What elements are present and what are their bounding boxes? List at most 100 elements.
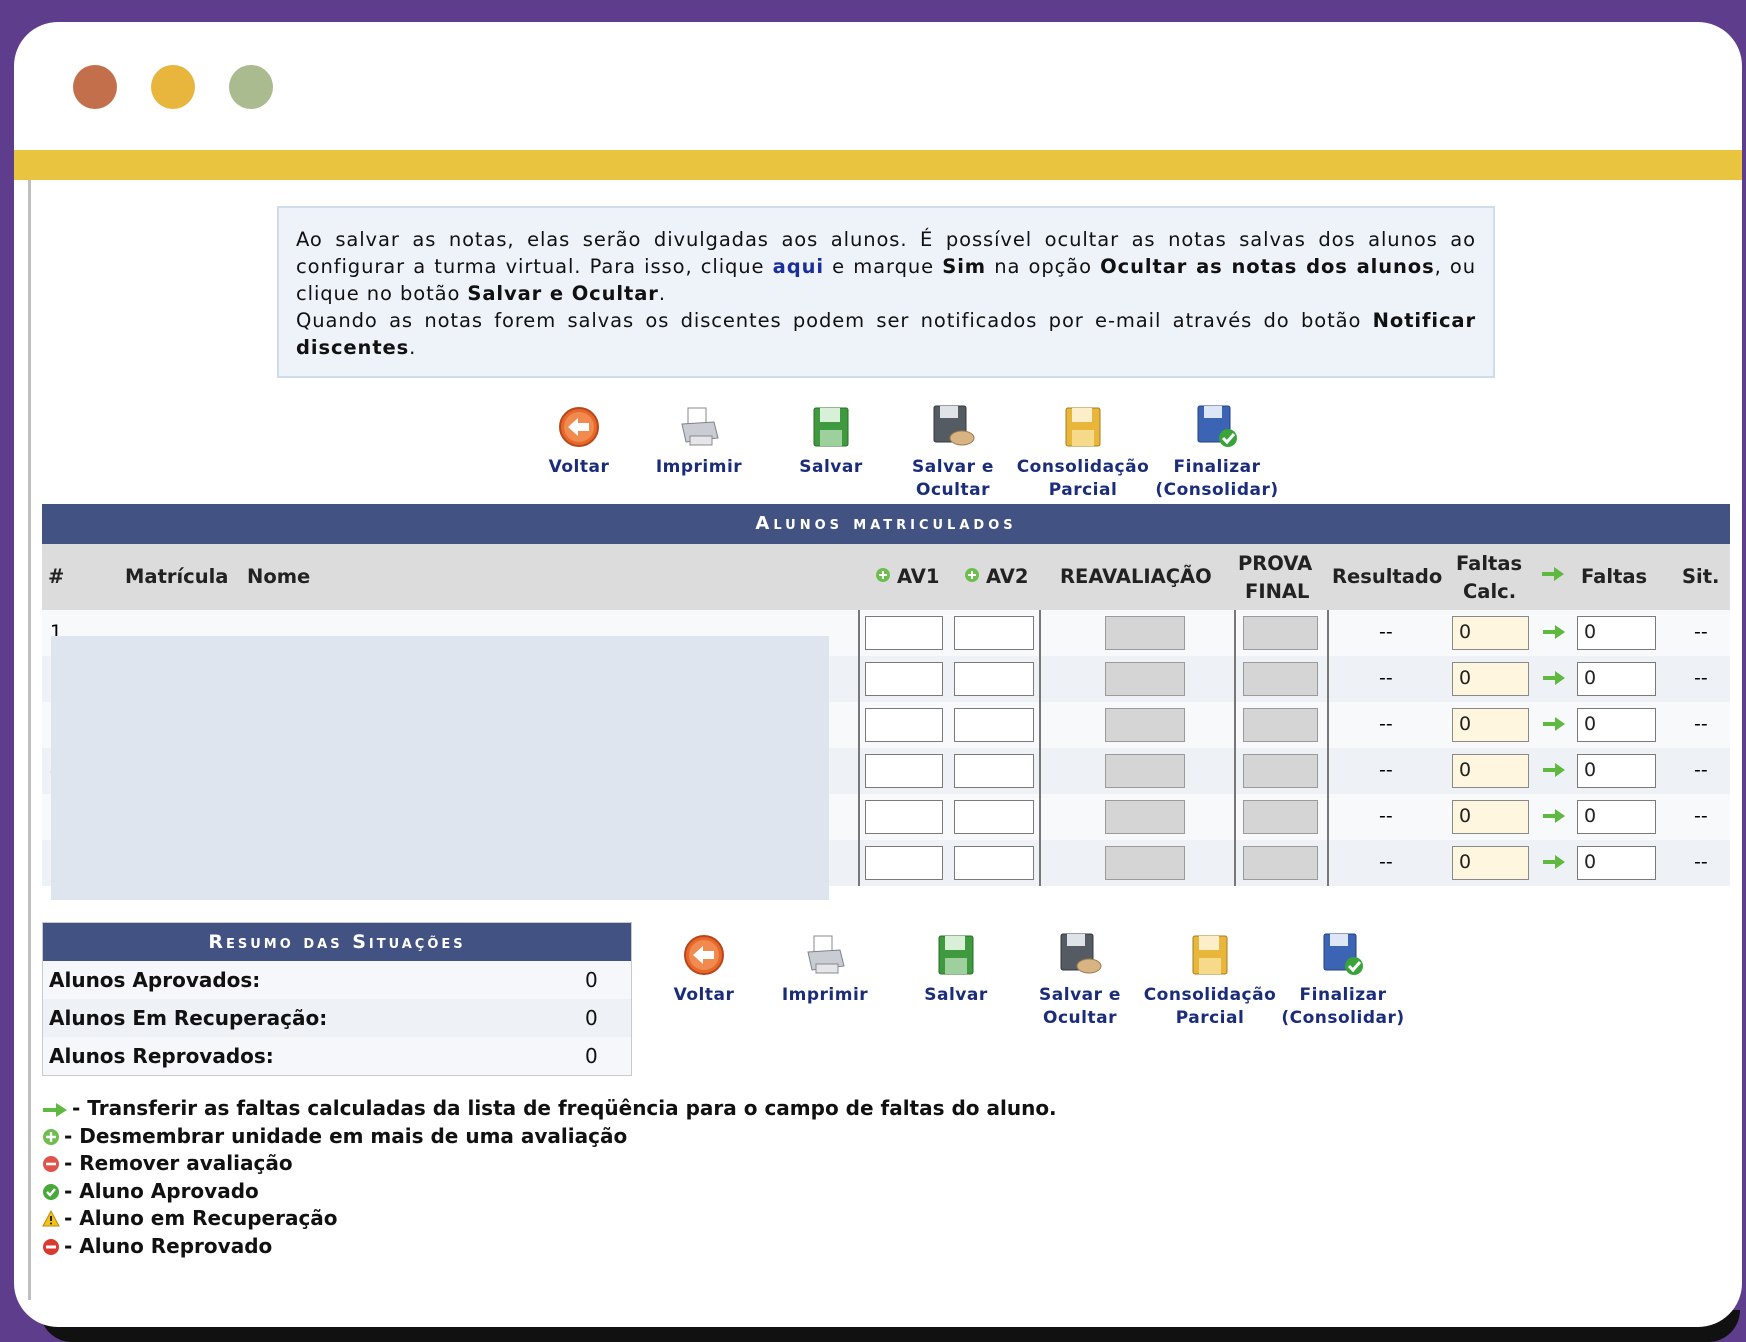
window-minimize-dot[interactable] [151, 65, 195, 109]
table-caption: Alunos matriculados [42, 504, 1730, 544]
printer-icon [681, 407, 719, 446]
imprimir-button-bottom[interactable]: Imprimir [755, 932, 895, 1007]
yellow-floppy-icon [1192, 935, 1228, 975]
green-floppy-icon [938, 935, 974, 975]
window-maximize-dot[interactable] [229, 65, 273, 109]
salvar-button[interactable]: Salvar [761, 404, 901, 479]
header-faltas-calc: Calc. [1463, 580, 1517, 603]
transfer-arrow-button[interactable] [1542, 716, 1566, 736]
av1-input[interactable] [865, 708, 943, 742]
av1-input[interactable] [865, 754, 943, 788]
window-close-dot[interactable] [73, 65, 117, 109]
faltas-input[interactable]: 0 [1577, 754, 1656, 788]
warning-icon [42, 1209, 60, 1227]
transfer-arrow-button[interactable] [1542, 624, 1566, 644]
faltas-calc-input: 0 [1452, 708, 1529, 742]
faltas-input[interactable]: 0 [1577, 662, 1656, 696]
page-content: Ao salvar as notas, elas serão divulgada… [14, 180, 1742, 1300]
consolidacao-label: Parcial [1175, 1008, 1245, 1028]
green-plus-icon [43, 1128, 59, 1145]
reavaliacao-input [1105, 708, 1185, 742]
redacted-student-names [51, 636, 829, 900]
reavaliacao-input [1105, 800, 1185, 834]
reprovados-count: 0 [585, 1044, 598, 1068]
av2-input[interactable] [954, 846, 1034, 880]
av1-input[interactable] [865, 616, 943, 650]
salvar-label: Salvar [924, 985, 988, 1005]
av1-input[interactable] [865, 662, 943, 696]
faltas-input[interactable]: 0 [1577, 800, 1656, 834]
transfer-arrow-button[interactable] [1542, 762, 1566, 782]
av1-input[interactable] [865, 846, 943, 880]
av2-input[interactable] [954, 754, 1034, 788]
column-divider [858, 748, 860, 794]
av1-input[interactable] [865, 800, 943, 834]
faltas-input[interactable]: 0 [1577, 708, 1656, 742]
column-divider [1327, 610, 1329, 656]
consolidacao-label: Consolidação [1016, 457, 1150, 477]
header-av2: AV2 [986, 565, 1029, 588]
finalizar-button[interactable]: Finalizar (Consolidar) [1147, 404, 1287, 502]
faltas-input[interactable]: 0 [1577, 616, 1656, 650]
consolidacao-label: Parcial [1048, 480, 1118, 500]
red-minus-icon [43, 1156, 59, 1172]
finalizar-label: (Consolidar) [1155, 480, 1279, 500]
av2-input[interactable] [954, 616, 1034, 650]
blue-floppy-check-icon [1323, 933, 1363, 975]
back-arrow-icon [559, 407, 599, 447]
salvar-ocultar-label: Ocultar [1043, 1008, 1117, 1028]
notice-bold: Salvar e Ocultar [467, 282, 659, 305]
hide-floppy-icon [933, 405, 975, 446]
resultado-value: -- [1379, 621, 1393, 643]
finalizar-button-bottom[interactable]: Finalizar (Consolidar) [1273, 932, 1413, 1030]
hide-floppy-icon [1060, 933, 1102, 974]
split-av2-icon[interactable] [964, 565, 980, 588]
reavaliacao-input [1105, 754, 1185, 788]
voltar-label: Voltar [673, 985, 735, 1005]
info-notice: Ao salvar as notas, elas serão divulgada… [277, 206, 1495, 378]
column-divider [1234, 840, 1236, 886]
prova-final-input [1243, 800, 1318, 834]
window: Ao salvar as notas, elas serão divulgada… [14, 22, 1742, 1327]
av2-input[interactable] [954, 800, 1034, 834]
column-divider [1039, 702, 1041, 748]
voltar-button-bottom[interactable]: Voltar [634, 932, 774, 1007]
voltar-button[interactable]: Voltar [509, 404, 649, 479]
legend-item-reprovado: - Aluno Reprovado [42, 1233, 1057, 1261]
faltas-calc-input: 0 [1452, 616, 1529, 650]
column-divider [1327, 840, 1329, 886]
notice-text: na opção [986, 255, 1101, 278]
transfer-arrow-button[interactable] [1542, 670, 1566, 690]
imprimir-button[interactable]: Imprimir [629, 404, 769, 479]
consolidacao-parcial-button-bottom[interactable]: Consolidação Parcial [1140, 932, 1280, 1030]
prova-final-input [1243, 846, 1318, 880]
consolidacao-parcial-button[interactable]: Consolidação Parcial [1013, 404, 1153, 502]
yellow-floppy-icon [1065, 407, 1101, 447]
situacao-value: -- [1694, 621, 1708, 643]
faltas-input[interactable]: 0 [1577, 846, 1656, 880]
legend-item-recuperacao: - Aluno em Recuperação [42, 1205, 1057, 1233]
resultado-value: -- [1379, 667, 1393, 689]
legend-item-desmembrar: - Desmembrar unidade em mais de uma aval… [42, 1123, 1057, 1151]
column-divider [1039, 794, 1041, 840]
av2-input[interactable] [954, 662, 1034, 696]
notice-text: . [658, 282, 666, 305]
salvar-button-bottom[interactable]: Salvar [886, 932, 1026, 1007]
printer-icon [807, 935, 845, 974]
transfer-arrow-button[interactable] [1542, 854, 1566, 874]
bottom-toolbar: Voltar Imprimir Salvar Salvar e Ocultar … [14, 932, 1742, 1032]
salvar-ocultar-button-bottom[interactable]: Salvar e Ocultar [1010, 932, 1150, 1030]
column-divider [858, 656, 860, 702]
column-divider [1039, 748, 1041, 794]
split-av1-icon[interactable] [875, 565, 891, 588]
header-prova-final: PROVA [1238, 552, 1313, 575]
finalizar-label: Finalizar [1173, 457, 1261, 477]
aqui-link[interactable]: aqui [773, 255, 824, 278]
green-check-icon [43, 1183, 59, 1200]
faltas-calc-input: 0 [1452, 800, 1529, 834]
salvar-ocultar-button[interactable]: Salvar e Ocultar [883, 404, 1023, 502]
faltas-calc-input: 0 [1452, 846, 1529, 880]
voltar-label: Voltar [548, 457, 610, 477]
av2-input[interactable] [954, 708, 1034, 742]
transfer-arrow-button[interactable] [1542, 808, 1566, 828]
